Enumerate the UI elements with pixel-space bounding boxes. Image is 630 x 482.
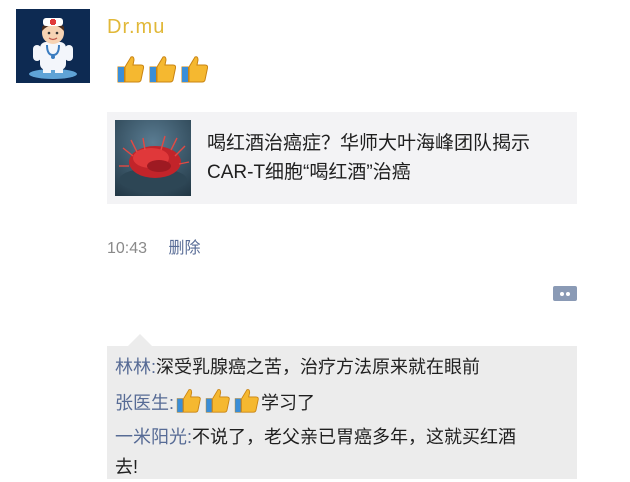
comment-text: 不说了，老父亲已胃癌多年，这就买红酒 [192, 427, 517, 447]
article-title-line: 喝红酒治癌症？华师大叶海峰团队揭示 [207, 133, 531, 154]
comment-text: 学习了 [261, 393, 316, 413]
dot-icon [560, 292, 564, 296]
dot-icon [566, 292, 570, 296]
more-actions-button[interactable] [553, 286, 577, 301]
shared-article-card[interactable]: 喝红酒治癌症？华师大叶海峰团队揭示 CAR-T细胞“喝红酒”治癌 [107, 112, 577, 204]
comment-thumbs [174, 387, 261, 423]
avatar[interactable] [16, 9, 90, 83]
post-content [115, 54, 210, 84]
comments-caret [128, 334, 152, 346]
doctor-avatar-icon [16, 9, 90, 83]
thumbs-up-icon [115, 54, 146, 84]
author-name[interactable]: Dr.mu [107, 16, 165, 39]
thumbs-up-icon [147, 54, 178, 84]
comment-item-continued: 去! [115, 452, 138, 482]
comment-item[interactable]: 林林:深受乳腺癌之苦，治疗方法原来就在眼前 [115, 352, 480, 382]
comment-author[interactable]: 张医生: [115, 393, 174, 413]
comment-author[interactable]: 一米阳光: [115, 427, 192, 447]
article-title: 喝红酒治癌症？华师大叶海峰团队揭示 CAR-T细胞“喝红酒”治癌 [207, 129, 567, 187]
comment-text: 去! [115, 457, 139, 477]
comments-section: 林林:深受乳腺癌之苦，治疗方法原来就在眼前 张医生: 学习了 一米阳光:不说了，… [107, 346, 577, 479]
article-title-line: CAR-T细胞“喝红酒”治癌 [207, 162, 411, 183]
comment-author[interactable]: 林林: [115, 357, 156, 377]
article-thumbnail [115, 120, 191, 196]
thumbs-up-icon [203, 387, 232, 423]
comment-text: 深受乳腺癌之苦，治疗方法原来就在眼前 [156, 357, 481, 377]
delete-link[interactable]: 删除 [169, 240, 201, 257]
post-time: 10:43 [107, 240, 148, 257]
thumbs-up-icon [179, 54, 210, 84]
comment-item[interactable]: 张医生: 学习了 [115, 387, 315, 423]
post-meta: 10:43 删除 [107, 234, 201, 258]
thumbs-up-icon [232, 387, 261, 423]
thumbs-up-icon [174, 387, 203, 423]
comment-item[interactable]: 一米阳光:不说了，老父亲已胃癌多年，这就买红酒 [115, 422, 516, 452]
